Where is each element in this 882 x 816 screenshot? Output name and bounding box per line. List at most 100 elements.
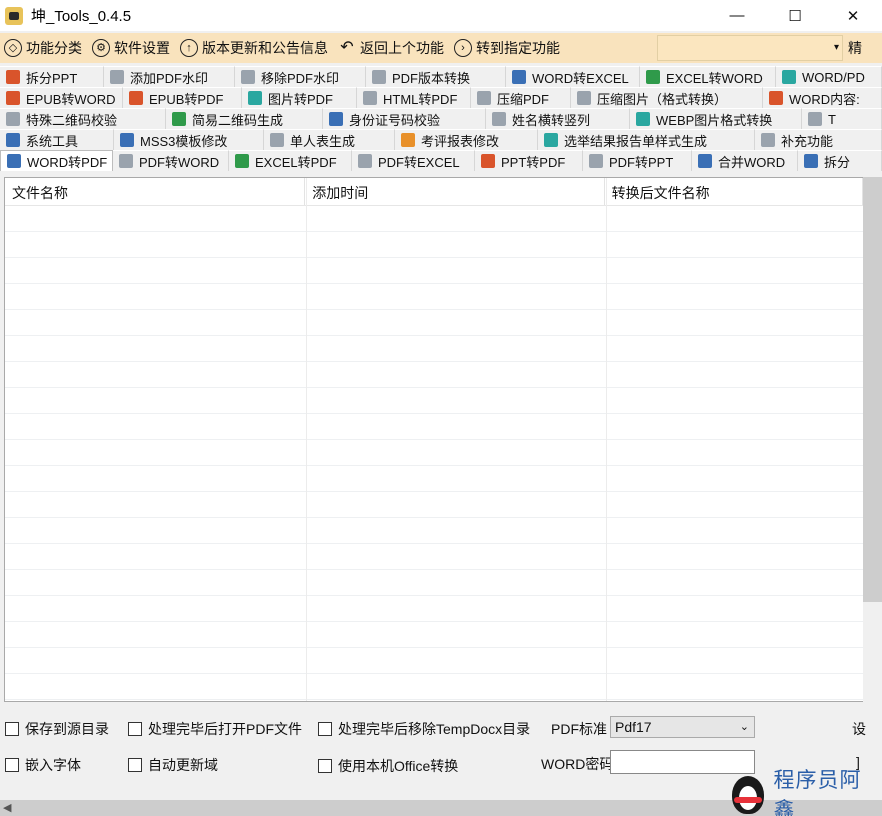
watermark-text: 程序员阿鑫 (773, 768, 862, 816)
tab-simple-qrcode-generate[interactable]: 简易二维码生成 (166, 108, 323, 129)
auto-update-fields-checkbox[interactable] (128, 758, 142, 772)
embed-fonts-option[interactable]: 嵌入字体 (5, 755, 81, 775)
use-local-office-option[interactable]: 使用本机Office转换 (318, 756, 458, 776)
report-icon (401, 133, 415, 147)
ppt-icon (481, 154, 495, 168)
cube-icon: ◇ (4, 39, 22, 57)
tab-pdf-to-word[interactable]: PDF转WORD (113, 150, 229, 171)
tab-label: EPUB转PDF (149, 91, 224, 107)
tab-pdf-to-ppt[interactable]: PDF转PPT (583, 150, 692, 171)
tab-t[interactable]: T (802, 108, 882, 129)
grid-body[interactable] (5, 206, 863, 701)
software-settings-button[interactable]: ⚙ 软件设置 (88, 33, 176, 63)
save-to-source-option[interactable]: 保存到源目录 (5, 719, 109, 739)
tab-election-report[interactable]: 选举结果报告单样式生成 (538, 129, 755, 150)
tab-label: PDF转WORD (139, 154, 220, 170)
vertical-scrollbar-thumb[interactable] (863, 177, 882, 602)
tab-label: MSS3模板修改 (140, 133, 228, 149)
document-icon (761, 133, 775, 147)
tab-excel-to-word[interactable]: EXCEL转WORD (640, 66, 776, 87)
tab-label: 移除PDF水印 (261, 70, 340, 86)
image-icon (248, 91, 262, 105)
tab-remove-pdf-watermark[interactable]: 移除PDF水印 (235, 66, 366, 87)
pdf-standard-select[interactable]: Pdf17 ⌄ (610, 716, 755, 738)
column-divider (606, 178, 607, 701)
open-pdf-after-option[interactable]: 处理完毕后打开PDF文件 (128, 719, 302, 739)
tab-label: T (828, 111, 836, 127)
save-to-source-label: 保存到源目录 (25, 721, 109, 737)
tab-label: PPT转PDF (501, 154, 566, 170)
pdf-standard-value: Pdf17 (615, 719, 652, 735)
version-update-button[interactable]: ↑ 版本更新和公告信息 (176, 33, 334, 63)
epub-icon (129, 91, 143, 105)
remove-tempdocx-checkbox[interactable] (318, 722, 332, 736)
function-select-combo[interactable]: ▾ (657, 35, 843, 61)
gear-icon: ⚙ (92, 39, 110, 57)
tab-mss3-template[interactable]: MSS3模板修改 (114, 129, 264, 150)
open-pdf-after-label: 处理完毕后打开PDF文件 (148, 721, 302, 737)
report-icon (544, 133, 558, 147)
ppt-icon (6, 70, 20, 84)
scroll-left-icon[interactable]: ◀ (3, 801, 11, 814)
tab-compress-pdf[interactable]: 压缩PDF (471, 87, 571, 108)
tab-name-horizontal-vertical[interactable]: 姓名横转竖列 (486, 108, 630, 129)
word-icon (698, 154, 712, 168)
close-button[interactable]: ✕ (824, 0, 882, 31)
column-header-added-time[interactable]: 添加时间 (305, 178, 605, 205)
tab-pdf-version-convert[interactable]: PDF版本转换 (366, 66, 506, 87)
tab-excel-to-pdf[interactable]: EXCEL转PDF (229, 150, 352, 171)
tab-word-to-pdf[interactable]: WORD转PDF (0, 150, 113, 171)
column-header-converted-name[interactable]: 转换后文件名称 (605, 178, 863, 205)
app-icon (5, 6, 23, 25)
tab-system-tools[interactable]: 系统工具 (0, 129, 114, 150)
minimize-button[interactable]: — (708, 0, 766, 31)
tab-webp-convert[interactable]: WEBP图片格式转换 (630, 108, 802, 129)
tab-word-to-excel[interactable]: WORD转EXCEL (506, 66, 640, 87)
tab-word-content[interactable]: WORD内容: (763, 87, 882, 108)
tab-label: 单人表生成 (290, 133, 356, 149)
tab-special-qrcode-verify[interactable]: 特殊二维码校验 (0, 108, 166, 129)
tab-word-pdf[interactable]: WORD/PD (776, 66, 882, 87)
tab-compress-image[interactable]: 压缩图片（格式转换） (571, 87, 763, 108)
function-tabs: 拆分PPT 添加PDF水印 移除PDF水印 PDF版本转换 WORD转EXCEL… (0, 66, 882, 174)
tab-epub-to-pdf[interactable]: EPUB转PDF (123, 87, 242, 108)
goto-function-button[interactable]: › 转到指定功能 (450, 33, 566, 63)
open-pdf-after-checkbox[interactable] (128, 722, 142, 736)
tab-html-to-pdf[interactable]: HTML转PDF (357, 87, 471, 108)
maximize-button[interactable]: ☐ (766, 0, 824, 31)
word-password-input[interactable] (610, 750, 755, 774)
tab-evaluation-report[interactable]: 考评报表修改 (395, 129, 538, 150)
pdf-icon (589, 154, 603, 168)
tab-epub-to-word[interactable]: EPUB转WORD (0, 87, 123, 108)
save-to-source-checkbox[interactable] (5, 722, 19, 736)
back-function-button[interactable]: ↶ 返回上个功能 (334, 33, 450, 63)
tab-label: WORD内容: (789, 91, 860, 107)
tab-merge-word[interactable]: 合并WORD (692, 150, 798, 171)
embed-fonts-checkbox[interactable] (5, 758, 19, 772)
file-list-grid[interactable]: 文件名称 添加时间 转换后文件名称 (4, 177, 864, 702)
remove-tempdocx-option[interactable]: 处理完毕后移除TempDocx目录 (318, 719, 530, 739)
tab-single-table-generate[interactable]: 单人表生成 (264, 129, 395, 150)
auto-update-fields-option[interactable]: 自动更新域 (128, 755, 218, 775)
use-local-office-checkbox[interactable] (318, 759, 332, 773)
tab-label: HTML转PDF (383, 91, 458, 107)
tab-supplement[interactable]: 补充功能 (755, 129, 882, 150)
tab-label: 拆分 (824, 154, 851, 170)
tab-label: WORD转EXCEL (532, 70, 629, 86)
column-header-file-name[interactable]: 文件名称 (5, 178, 306, 205)
tab-id-number-verify[interactable]: 身份证号码校验 (323, 108, 486, 129)
author-watermark: 程序员阿鑫 (728, 768, 882, 816)
tab-add-pdf-watermark[interactable]: 添加PDF水印 (104, 66, 235, 87)
back-function-label: 返回上个功能 (360, 40, 444, 56)
tab-label: 系统工具 (26, 133, 79, 149)
tab-ppt-to-pdf[interactable]: PPT转PDF (475, 150, 583, 171)
pdf-icon (358, 154, 372, 168)
word-icon (7, 154, 21, 168)
tab-split[interactable]: 拆分 (798, 150, 882, 171)
function-category-button[interactable]: ◇ 功能分类 (0, 33, 88, 63)
word-icon (512, 70, 526, 84)
tab-image-to-pdf[interactable]: 图片转PDF (242, 87, 357, 108)
toolbar-trailing-item[interactable]: 精 (848, 33, 862, 63)
tab-split-ppt[interactable]: 拆分PPT (0, 66, 104, 87)
tab-pdf-to-excel[interactable]: PDF转EXCEL (352, 150, 475, 171)
